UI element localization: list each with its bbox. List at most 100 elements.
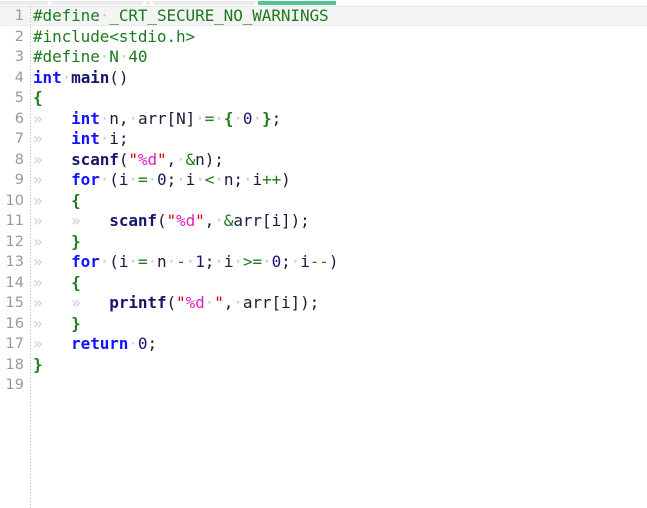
space-marker-icon: · — [128, 252, 138, 271]
code-line-content[interactable]: » int·i; — [33, 129, 128, 150]
code-line-content[interactable]: { — [33, 88, 43, 109]
identifier-token: ) — [290, 211, 301, 230]
indicator-segment-1 — [0, 1, 48, 5]
code-line[interactable]: 5{ — [0, 88, 647, 109]
code-line[interactable]: 3 #define·N·40 — [0, 47, 647, 68]
brace-token: } — [33, 354, 43, 374]
space-marker-icon: · — [214, 252, 224, 271]
code-line[interactable]: 12 » } — [0, 232, 647, 253]
code-line-content[interactable]: » for·(i·=·0;·i·<·n;·i++) — [33, 170, 291, 191]
code-line[interactable]: 17 » return·0; — [0, 334, 647, 355]
space-marker-icon: · — [242, 170, 253, 189]
code-line-content[interactable]: int·main() — [33, 68, 128, 89]
code-line[interactable]: 8» scanf("%d",·&n); — [0, 150, 647, 171]
string-quote-token: " — [166, 211, 177, 230]
code-line[interactable]: 11 » » scanf("%d",·&arr[i]); — [0, 211, 647, 232]
code-line[interactable]: 4 int·main() — [0, 68, 647, 89]
code-line[interactable]: 1 #define·_CRT_SECURE_NO_WARNINGS — [0, 6, 647, 27]
code-line-content[interactable]: » { — [33, 273, 81, 294]
code-line-content[interactable]: » } — [33, 232, 81, 253]
space-marker-icon: · — [214, 108, 224, 128]
identifier-token: ; — [204, 252, 215, 271]
preprocessor-token: #include<stdio.h> — [33, 26, 196, 46]
code-line-content[interactable]: » » scanf("%d",·&arr[i]); — [33, 211, 310, 232]
identifier-token: ; — [166, 170, 177, 189]
code-line-content[interactable]: » » printf("%d·",·arr[i]); — [33, 293, 319, 314]
identifier-token: , — [204, 211, 215, 230]
identifier-token: ( — [109, 170, 119, 189]
code-line-content[interactable]: } — [33, 355, 43, 376]
identifier-token: i — [252, 170, 263, 189]
brace-token: { — [223, 108, 234, 128]
line-number: 7 — [14, 131, 24, 147]
identifier-token: arr — [242, 293, 272, 312]
identifier-token: ) — [281, 170, 291, 189]
keyword-token: int — [71, 108, 100, 128]
code-line-content[interactable]: » } — [33, 314, 81, 335]
identifier-token: ; — [281, 252, 291, 271]
format-specifier-token: %d — [137, 149, 157, 169]
space-marker-icon: · — [290, 252, 301, 271]
code-line[interactable]: 2 #include<stdio.h> — [0, 27, 647, 48]
code-line[interactable]: 15» » printf("%d·",·arr[i]); — [0, 293, 647, 314]
code-line-content[interactable]: #define·N·40 — [33, 47, 148, 68]
line-number: 5 — [14, 90, 24, 106]
tab-marker-icon: » — [33, 313, 72, 333]
identifier-token: ; — [309, 293, 320, 312]
code-editor[interactable]: 1 #define·_CRT_SECURE_NO_WARNINGS 2 #includ… — [0, 6, 647, 508]
identifier-token: n — [223, 170, 234, 189]
number-token: 0 — [157, 170, 167, 189]
identifier-token: ] — [185, 108, 196, 128]
preprocessor-token: N — [109, 47, 119, 66]
tab-marker-icon: » — [33, 293, 72, 312]
keyword-token: for — [71, 252, 100, 271]
space-marker-icon: · — [176, 170, 186, 189]
line-number: 6 — [14, 110, 24, 127]
tab-marker-icon: » — [33, 334, 72, 353]
code-line[interactable]: 16 » } — [0, 314, 647, 335]
space-marker-icon: · — [176, 149, 186, 169]
indicator-segment-4 — [153, 1, 255, 5]
brace-token: { — [71, 190, 81, 210]
preprocessor-token: #define — [33, 47, 100, 66]
code-line-content[interactable]: » for·(i·=·n·-·1;·i·>=·0;·i--) — [33, 252, 338, 273]
code-line[interactable]: 9 » for·(i·=·0;·i·<·n;·i++) — [0, 170, 647, 191]
identifier-token: ) — [328, 252, 339, 271]
code-line-content[interactable]: #include<stdio.h> — [33, 27, 195, 48]
identifier-token: arr — [233, 211, 262, 230]
identifier-token: ; — [233, 170, 243, 189]
code-line-content[interactable]: » scanf("%d",·&n); — [33, 150, 224, 171]
string-quote-token: " — [214, 293, 224, 312]
space-marker-icon: · — [128, 334, 138, 353]
code-line-content[interactable]: » int·n,·arr[N]·=·{·0·}; — [33, 109, 281, 130]
code-line[interactable]: 7 » int·i; — [0, 129, 647, 150]
preprocessor-token: _CRT_SECURE_NO_WARNINGS — [109, 6, 329, 25]
code-line[interactable]: 13» for·(i·=·n·-·1;·i·>=·0;·i--) — [0, 252, 647, 273]
identifier-token: [ — [166, 108, 177, 128]
identifier-token: n — [157, 252, 167, 271]
keyword-token: int — [71, 129, 100, 148]
brace-token: { — [71, 272, 81, 292]
identifier-token: ] — [290, 293, 301, 312]
code-line[interactable]: 6 » int·n,·arr[N]·=·{·0·}; — [0, 109, 647, 130]
identifier-token: i — [300, 252, 310, 271]
space-marker-icon: · — [166, 252, 177, 271]
code-lines-container[interactable]: 1 #define·_CRT_SECURE_NO_WARNINGS 2 #includ… — [0, 6, 647, 396]
line-number: 17 — [5, 336, 24, 352]
code-line[interactable]: 19 — [0, 375, 647, 396]
space-marker-icon: · — [233, 108, 243, 128]
code-line[interactable]: 10 » { — [0, 191, 647, 212]
code-line[interactable]: 14 » { — [0, 273, 647, 294]
code-line[interactable]: 18} — [0, 355, 647, 376]
code-line-content[interactable]: » { — [33, 191, 81, 212]
line-number: 18 — [5, 356, 24, 373]
tab-marker-icon: » — [71, 211, 110, 230]
line-number: 2 — [14, 28, 24, 45]
identifier-token: ( — [156, 211, 167, 230]
code-line-content[interactable]: » return·0; — [33, 334, 157, 355]
tab-marker-icon: » — [33, 272, 72, 292]
code-line-content[interactable]: #define·_CRT_SECURE_NO_WARNINGS — [33, 6, 329, 27]
operator-token: ++ — [262, 170, 282, 189]
identifier-token: i — [118, 252, 129, 271]
number-token: 0 — [271, 252, 282, 271]
